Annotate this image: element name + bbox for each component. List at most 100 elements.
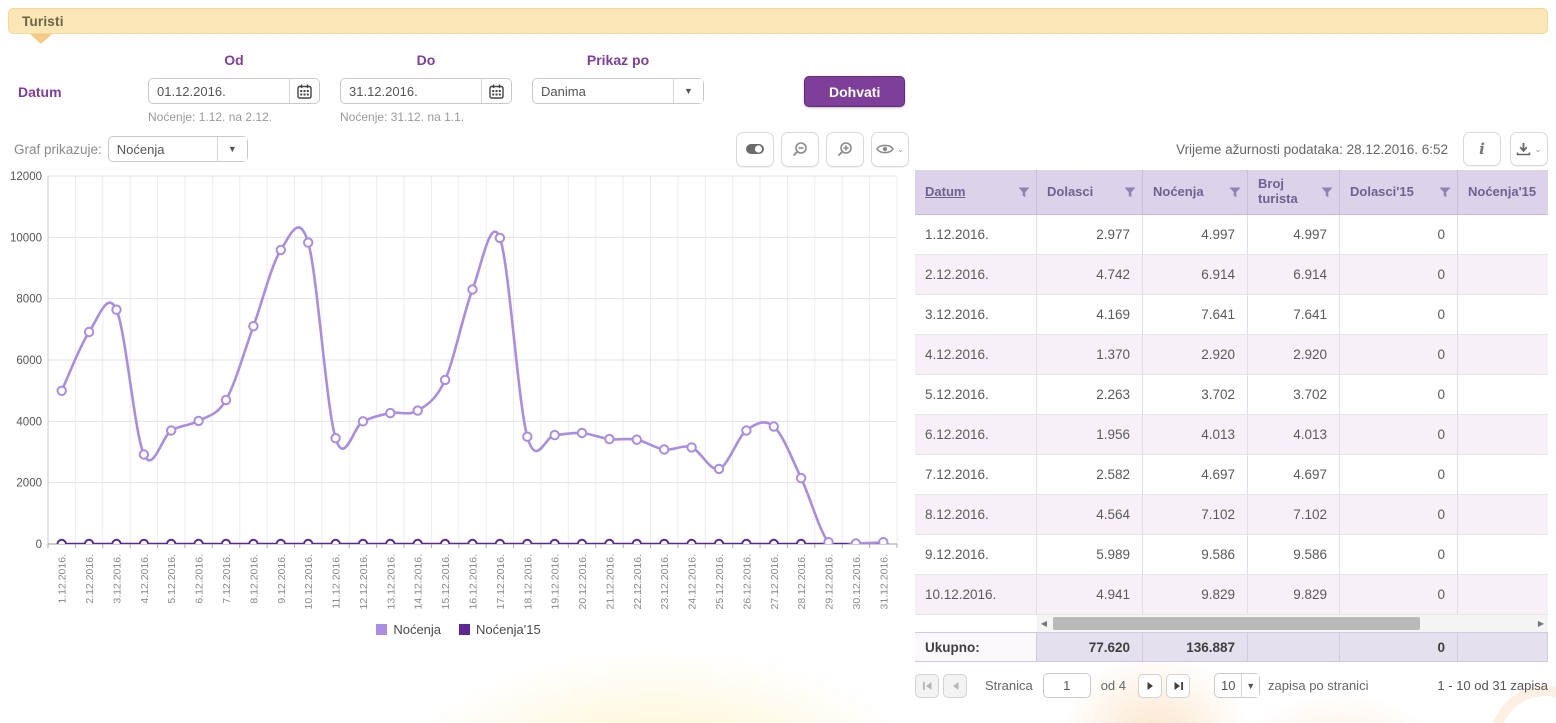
export-button[interactable]: ⌄ bbox=[1510, 132, 1548, 166]
total-broj-turista bbox=[1248, 633, 1340, 661]
last-page-icon bbox=[1173, 681, 1184, 691]
svg-text:2000: 2000 bbox=[16, 478, 42, 490]
toggle-icon bbox=[745, 143, 765, 155]
table-row[interactable]: 4.12.2016.1.3702.9202.9200 bbox=[915, 335, 1548, 375]
dohvati-button[interactable]: Dohvati bbox=[804, 76, 905, 107]
cell-datum: 10.12.2016. bbox=[915, 575, 1037, 614]
svg-text:3.12.2016.: 3.12.2016. bbox=[111, 554, 123, 604]
filter-icon[interactable] bbox=[1124, 187, 1136, 198]
column-header[interactable]: Broj turista bbox=[1248, 170, 1340, 214]
calendar-icon[interactable] bbox=[289, 79, 319, 103]
table-row[interactable]: 8.12.2016.4.5647.1027.1020 bbox=[915, 495, 1548, 535]
column-label[interactable]: Broj turista bbox=[1258, 177, 1321, 207]
cell-dolasci: 4.564 bbox=[1037, 495, 1143, 534]
page-count-text: od 4 bbox=[1101, 678, 1126, 693]
first-page-button[interactable] bbox=[915, 674, 939, 698]
tab-turisti[interactable]: Turisti bbox=[8, 8, 1548, 34]
filter-icon[interactable] bbox=[1229, 187, 1241, 198]
chart-legend: Noćenja Noćenja'15 bbox=[8, 622, 909, 637]
table-row[interactable]: 1.12.2016.2.9774.9974.9970 bbox=[915, 215, 1548, 255]
total-dolasci15: 0 bbox=[1340, 633, 1458, 661]
svg-text:27.12.2016.: 27.12.2016. bbox=[769, 554, 781, 609]
cell-nocenja15 bbox=[1458, 255, 1548, 294]
horizontal-scrollbar[interactable]: ◀ ▶ bbox=[1037, 615, 1548, 632]
column-header[interactable]: Dolasci bbox=[1037, 170, 1143, 214]
zoom-out-button[interactable] bbox=[781, 132, 819, 167]
cell-datum: 4.12.2016. bbox=[915, 335, 1037, 374]
column-header[interactable]: Datum bbox=[915, 170, 1037, 214]
prikaz-po-value: Danima bbox=[533, 79, 673, 103]
chevron-down-icon[interactable]: ▼ bbox=[217, 137, 247, 161]
total-nocenja: 136.887 bbox=[1143, 633, 1248, 661]
toggle-series-button[interactable] bbox=[736, 132, 774, 167]
filter-icon[interactable] bbox=[1321, 187, 1333, 198]
cell-dolasci: 4.941 bbox=[1037, 575, 1143, 614]
table-row[interactable]: 5.12.2016.2.2633.7023.7020 bbox=[915, 375, 1548, 415]
table-row[interactable]: 9.12.2016.5.9899.5869.5860 bbox=[915, 535, 1548, 575]
chevron-down-icon[interactable]: ▼ bbox=[1241, 674, 1259, 697]
svg-text:10000: 10000 bbox=[10, 232, 42, 244]
cell-nocenja15 bbox=[1458, 295, 1548, 334]
chevron-down-icon: ⌄ bbox=[1534, 144, 1542, 155]
info-icon: i bbox=[1479, 140, 1485, 158]
table-row[interactable]: 7.12.2016.2.5824.6974.6970 bbox=[915, 455, 1548, 495]
legend-label: Noćenja'15 bbox=[476, 622, 541, 637]
column-label[interactable]: Dolasci bbox=[1047, 185, 1124, 200]
table-row[interactable]: 3.12.2016.4.1697.6417.6410 bbox=[915, 295, 1548, 335]
scrollbar-thumb[interactable] bbox=[1053, 617, 1420, 630]
cell-dolasci: 2.263 bbox=[1037, 375, 1143, 414]
page-number-input[interactable] bbox=[1043, 673, 1091, 698]
info-button[interactable]: i bbox=[1463, 132, 1501, 166]
svg-text:16.12.2016.: 16.12.2016. bbox=[468, 554, 480, 609]
graf-prikazuje-select[interactable]: Noćenja ▼ bbox=[108, 136, 248, 162]
svg-text:15.12.2016.: 15.12.2016. bbox=[440, 554, 452, 609]
column-label[interactable]: Datum bbox=[925, 185, 1018, 200]
table-toolbar: Vrijeme ažurnosti podataka: 28.12.2016. … bbox=[915, 128, 1548, 170]
data-freshness-text: Vrijeme ažurnosti podataka: 28.12.2016. … bbox=[1176, 142, 1448, 157]
date-to-input[interactable] bbox=[341, 79, 481, 103]
column-label[interactable]: Noćenja bbox=[1153, 185, 1229, 200]
cell-nocenja: 6.914 bbox=[1143, 255, 1248, 294]
visibility-menu-button[interactable]: ⌄ bbox=[871, 132, 909, 167]
date-to-hint: Noćenje: 31.12. na 1.1. bbox=[340, 110, 512, 124]
legend-label: Noćenja bbox=[393, 622, 441, 637]
date-from-input[interactable] bbox=[149, 79, 289, 103]
page-size-select[interactable]: 10 ▼ bbox=[1214, 673, 1260, 698]
column-header[interactable]: Dolasci'15 bbox=[1340, 170, 1458, 214]
table-row[interactable]: 2.12.2016.4.7426.9146.9140 bbox=[915, 255, 1548, 295]
svg-text:12.12.2016.: 12.12.2016. bbox=[358, 554, 370, 609]
chevron-down-icon[interactable]: ▼ bbox=[673, 79, 703, 103]
table-row[interactable]: 10.12.2016.4.9419.8299.8290 bbox=[915, 575, 1548, 615]
filter-icon[interactable] bbox=[1018, 187, 1030, 198]
prev-page-button[interactable] bbox=[943, 674, 967, 698]
cell-dolasci15: 0 bbox=[1340, 495, 1458, 534]
column-header[interactable]: Noćenja'15 bbox=[1458, 170, 1548, 214]
legend-item[interactable]: Noćenja bbox=[376, 622, 441, 637]
column-label[interactable]: Dolasci'15 bbox=[1350, 185, 1439, 200]
last-page-button[interactable] bbox=[1166, 674, 1190, 698]
cell-nocenja: 7.641 bbox=[1143, 295, 1248, 334]
scroll-right-icon[interactable]: ▶ bbox=[1534, 615, 1548, 632]
column-header[interactable]: Noćenja bbox=[1143, 170, 1248, 214]
scrollbar-track[interactable] bbox=[1051, 617, 1534, 630]
filter-icon[interactable] bbox=[1439, 187, 1451, 198]
scroll-left-icon[interactable]: ◀ bbox=[1037, 615, 1051, 632]
date-to-wrap bbox=[340, 78, 512, 104]
cell-nocenja: 4.997 bbox=[1143, 215, 1248, 254]
cell-nocenja15 bbox=[1458, 495, 1548, 534]
svg-text:5.12.2016.: 5.12.2016. bbox=[166, 554, 178, 604]
svg-text:17.12.2016.: 17.12.2016. bbox=[495, 554, 507, 609]
zoom-in-button[interactable] bbox=[826, 132, 864, 167]
table-row[interactable]: 6.12.2016.1.9564.0134.0130 bbox=[915, 415, 1548, 455]
chart-canvas[interactable]: 0200040006000800010000120001.12.2016.2.1… bbox=[8, 170, 901, 622]
legend-item[interactable]: Noćenja'15 bbox=[459, 622, 541, 637]
svg-text:9.12.2016.: 9.12.2016. bbox=[276, 554, 288, 604]
prikaz-po-select[interactable]: Danima ▼ bbox=[532, 78, 704, 104]
legend-swatch bbox=[376, 624, 387, 635]
date-from-hint: Noćenje: 1.12. na 2.12. bbox=[148, 110, 320, 124]
next-page-button[interactable] bbox=[1138, 674, 1162, 698]
column-label[interactable]: Noćenja'15 bbox=[1468, 185, 1542, 200]
svg-text:6000: 6000 bbox=[16, 355, 42, 367]
svg-text:11.12.2016.: 11.12.2016. bbox=[331, 554, 343, 609]
calendar-icon[interactable] bbox=[481, 79, 511, 103]
